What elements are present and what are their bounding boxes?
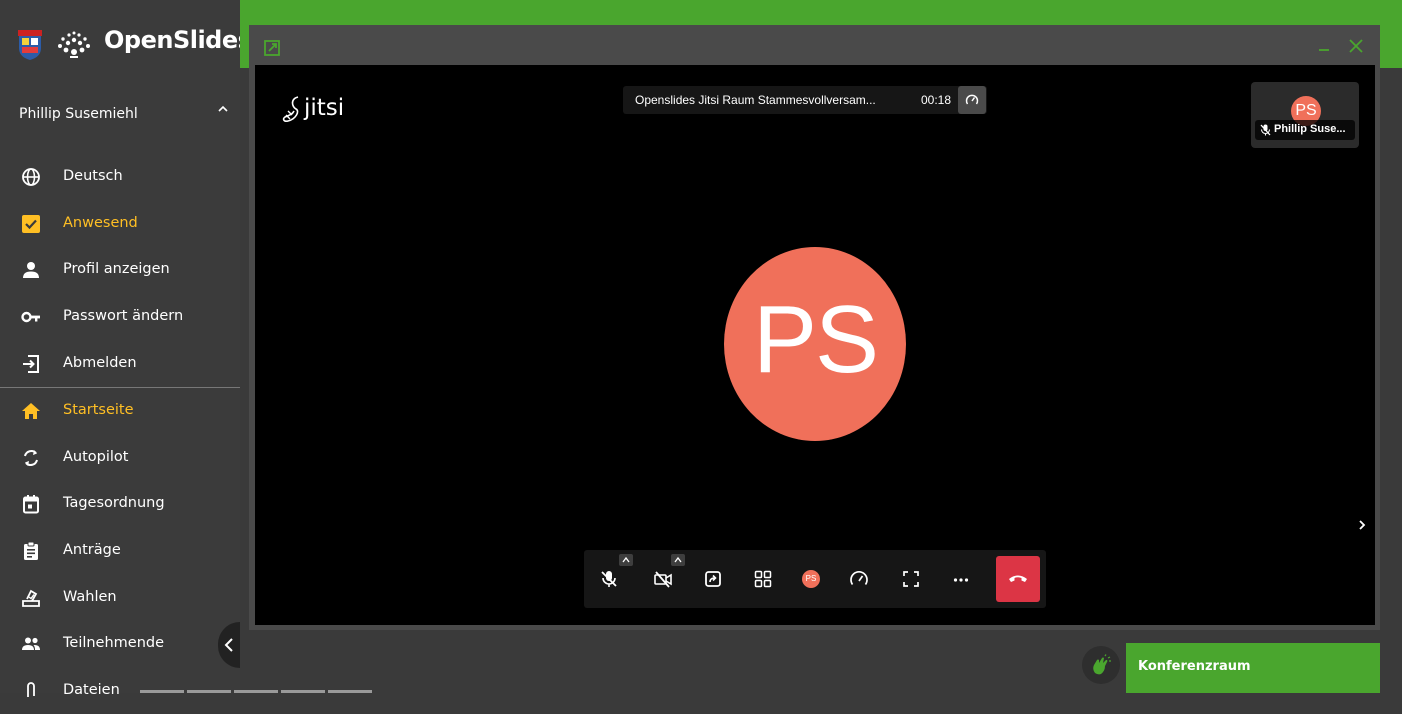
user-name: Phillip Susemiehl: [19, 106, 138, 122]
performance-settings-button[interactable]: [844, 564, 874, 594]
menu-item-change-password[interactable]: Passwort ändern: [0, 294, 240, 340]
video-conference-dialog: jitsi Openslides Jitsi Raum Stammesvollv…: [249, 25, 1380, 630]
person-icon: [23, 262, 39, 278]
camera-options-toggle[interactable]: [671, 554, 685, 566]
participant-name-tag: Phillip Suse...: [1255, 120, 1355, 140]
fullscreen-icon: [903, 571, 919, 587]
nav-item-participants[interactable]: Teilnehmende: [0, 621, 240, 667]
page-edge: [1380, 68, 1402, 693]
attachment-icon: [27, 682, 35, 697]
jitsi-logo[interactable]: jitsi: [280, 93, 370, 129]
menu-item-label: Profil anzeigen: [63, 261, 170, 277]
grid-icon: [754, 570, 772, 588]
sidebar: OpenSlides Phillip Susemiehl Deutsch Anw…: [0, 0, 252, 698]
minimize-icon[interactable]: [1316, 37, 1332, 53]
conference-room-button[interactable]: Konferenzraum: [1126, 643, 1380, 693]
nav-item-autopilot[interactable]: Autopilot: [0, 435, 240, 481]
participant-thumbnail[interactable]: PS Phillip Suse...: [1251, 82, 1359, 148]
jitsi-logo-text: jitsi: [304, 95, 345, 121]
mic-off-icon: [601, 571, 617, 587]
menu-item-logout[interactable]: Abmelden: [0, 341, 240, 387]
room-info-bar: Openslides Jitsi Raum Stammesvollversam.…: [623, 86, 987, 114]
connection-quality-button[interactable]: [958, 86, 986, 114]
nav-item-label: Startseite: [63, 402, 134, 418]
clipboard-icon: [24, 541, 38, 560]
hangup-phone-icon: [1009, 575, 1027, 582]
mic-muted-icon: [1260, 124, 1271, 136]
nav-item-label: Tagesordnung: [63, 495, 165, 511]
room-title: Openslides Jitsi Raum Stammesvollversam.…: [635, 93, 876, 107]
toggle-camera-button[interactable]: [648, 564, 678, 594]
nav-item-label: Wahlen: [63, 589, 117, 605]
logout-icon: [23, 355, 39, 373]
open-in-new-icon[interactable]: [263, 39, 281, 57]
screen-share-icon: [705, 571, 721, 587]
close-icon[interactable]: [1347, 37, 1365, 55]
nav-item-label: Anträge: [63, 542, 121, 558]
more-horizontal-icon: [953, 578, 969, 582]
calendar-icon: [23, 495, 39, 514]
openslides-logo-icon: [58, 31, 90, 58]
caret-up-icon: [622, 556, 630, 563]
key-icon: [21, 311, 40, 323]
hangup-button[interactable]: [996, 556, 1040, 602]
jitsi-frame[interactable]: jitsi Openslides Jitsi Raum Stammesvollv…: [255, 65, 1375, 625]
menu-item-label: Passwort ändern: [63, 308, 184, 324]
more-actions-button[interactable]: [946, 564, 976, 594]
home-icon: [22, 403, 40, 419]
mute-mic-button[interactable]: [594, 564, 624, 594]
people-icon: [22, 637, 40, 650]
nav-item-label: Dateien: [63, 682, 120, 698]
nav-item-label: Autopilot: [63, 449, 129, 465]
menu-item-label: Anwesend: [63, 215, 138, 231]
profile-avatar-button[interactable]: PS: [802, 570, 820, 588]
chevron-right-icon[interactable]: [1355, 517, 1369, 533]
menu-item-language[interactable]: Deutsch: [0, 154, 240, 200]
caret-up-icon: [674, 556, 682, 563]
speedometer-icon: [850, 571, 868, 585]
menu-item-label: Deutsch: [63, 168, 123, 184]
dominant-speaker-avatar: PS: [724, 247, 906, 441]
camera-off-icon: [654, 571, 672, 588]
fullscreen-button[interactable]: [896, 564, 926, 594]
user-menu-toggle[interactable]: Phillip Susemiehl: [0, 92, 240, 140]
app-title: OpenSlides: [104, 26, 252, 54]
nav-item-agenda[interactable]: Tagesordnung: [0, 481, 240, 527]
tile-view-button[interactable]: [748, 564, 778, 594]
nav-item-elections[interactable]: Wahlen: [0, 575, 240, 621]
clapping-hands-icon: [1093, 654, 1111, 675]
speedometer-icon: [965, 94, 979, 105]
mic-options-toggle[interactable]: [619, 554, 633, 566]
dialog-header: [249, 25, 1380, 65]
sync-icon: [24, 450, 38, 466]
applause-button[interactable]: [1082, 646, 1120, 684]
nav-item-motions[interactable]: Anträge: [0, 528, 240, 574]
logo-bar[interactable]: OpenSlides: [0, 0, 252, 85]
nav-item-label: Teilnehmende: [63, 635, 165, 651]
ballot-icon: [22, 589, 40, 607]
call-toolbar: PS: [584, 550, 1046, 608]
menu-item-present[interactable]: Anwesend: [0, 201, 240, 247]
menu-item-profile[interactable]: Profil anzeigen: [0, 247, 240, 293]
share-screen-button[interactable]: [698, 564, 728, 594]
chevron-left-icon: [224, 638, 233, 652]
participant-name: Phillip Suse...: [1274, 123, 1346, 135]
coat-of-arms-logo: [18, 30, 42, 60]
nav-item-home[interactable]: Startseite: [0, 388, 240, 434]
call-timer: 00:18: [921, 93, 952, 107]
avatar-initials: PS: [752, 286, 879, 393]
menu-item-label: Abmelden: [63, 355, 137, 371]
conference-room-label: Konferenzraum: [1138, 659, 1251, 674]
chevron-up-icon: [218, 105, 228, 112]
globe-icon: [22, 168, 40, 186]
checkbox-checked-icon: [22, 215, 40, 233]
jitsi-logo-icon: [282, 96, 299, 122]
